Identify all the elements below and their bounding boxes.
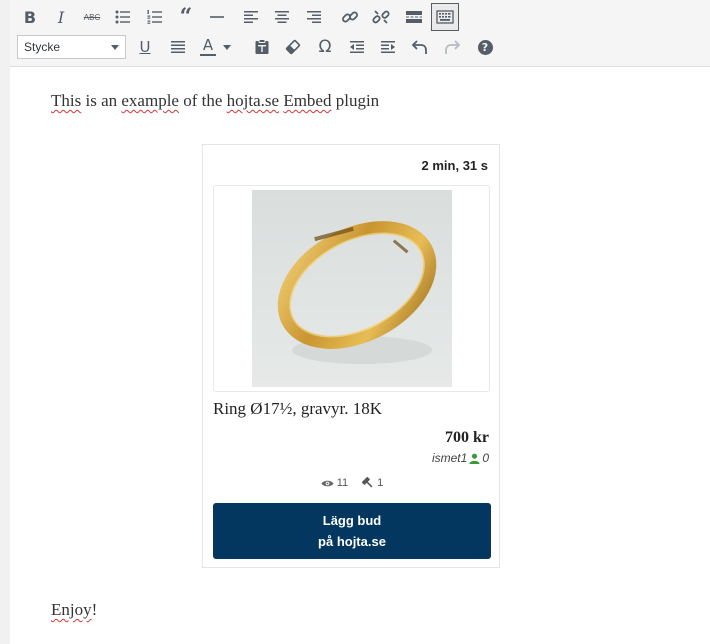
align-right-icon (307, 11, 321, 23)
ring-image (252, 190, 452, 387)
intro-word: is an (85, 91, 118, 110)
numbered-list-icon (147, 10, 162, 24)
redo-button[interactable] (438, 33, 466, 61)
justify-icon (171, 41, 185, 53)
eye-icon (321, 480, 334, 486)
align-right-button[interactable] (300, 3, 328, 31)
strikethrough-button[interactable]: ABC (78, 3, 106, 31)
horizontal-line-icon (210, 16, 224, 18)
strikethrough-icon: ABC (83, 12, 101, 22)
bids-stat: 1 (362, 477, 383, 489)
help-button[interactable]: ? (471, 33, 499, 61)
time-left: 2 min, 31 s (421, 158, 488, 173)
outro-mark: ! (91, 600, 98, 619)
editor-toolbar: B I ABC “ Stycke U A Ω ? (10, 0, 710, 67)
insert-link-button[interactable] (336, 3, 364, 31)
text-color-swatch (200, 54, 216, 56)
bold-icon: B (23, 7, 37, 27)
outdent-icon (350, 41, 364, 53)
bold-button[interactable]: B (16, 3, 44, 31)
hojta-embed-card: 2 min, 31 s Ring Ø17½, gravyr. 18K 700 k… (202, 144, 500, 568)
format-select-value: Stycke (24, 40, 61, 54)
redo-icon (445, 40, 461, 54)
text-color-button[interactable]: A (196, 33, 220, 61)
unlink-icon (372, 10, 390, 24)
read-more-icon (406, 11, 422, 23)
help-icon: ? (477, 39, 493, 55)
special-character-button[interactable]: Ω (311, 33, 339, 61)
seller-info: ismet1 0 (432, 451, 489, 465)
item-price: 700 kr (445, 429, 489, 446)
remove-link-button[interactable] (367, 3, 395, 31)
keyboard-icon (436, 10, 454, 24)
outro-paragraph: Enjoy! (51, 600, 97, 620)
align-center-icon (275, 11, 289, 23)
align-left-button[interactable] (237, 3, 265, 31)
outro-word: Enjoy (51, 600, 92, 619)
italic-button[interactable]: I (47, 3, 75, 31)
chevron-down-icon (111, 45, 119, 50)
user-icon (469, 453, 480, 464)
text-color-dropdown[interactable] (220, 33, 234, 61)
intro-word: This (51, 91, 82, 110)
underline-button[interactable]: U (131, 33, 159, 61)
intro-word: Embed (283, 91, 332, 110)
indent-button[interactable] (374, 33, 402, 61)
omega-icon: Ω (318, 37, 332, 57)
bid-button-line2: på hojta.se (318, 534, 386, 549)
editor-content[interactable]: This is an example of the hojta.se Embed… (10, 67, 710, 644)
blockquote-button[interactable]: “ (172, 3, 200, 31)
toolbar-toggle-button[interactable] (431, 3, 459, 31)
horizontal-line-button[interactable] (203, 3, 231, 31)
chevron-down-icon (223, 44, 231, 50)
undo-button[interactable] (406, 33, 434, 61)
undo-icon (411, 40, 427, 54)
justify-button[interactable] (164, 33, 192, 61)
underline-icon: U (139, 38, 151, 56)
outdent-button[interactable] (343, 33, 371, 61)
item-image (252, 190, 452, 387)
blockquote-icon: “ (179, 4, 193, 30)
intro-word: hojta.se (226, 91, 280, 110)
intro-paragraph: This is an example of the hojta.se Embed… (51, 91, 379, 111)
format-select[interactable]: Stycke (17, 35, 126, 59)
seller-name[interactable]: ismet1 (432, 451, 467, 465)
clear-formatting-button[interactable] (279, 33, 307, 61)
item-title[interactable]: Ring Ø17½, gravyr. 18K (213, 399, 382, 419)
paste-as-text-button[interactable] (248, 33, 276, 61)
left-gutter (0, 0, 10, 644)
bulleted-list-button[interactable] (109, 3, 137, 31)
italic-icon: I (57, 7, 65, 27)
link-icon (342, 11, 358, 23)
intro-word: plugin (335, 91, 380, 110)
intro-word: example (121, 91, 179, 110)
intro-word: of the (183, 91, 223, 110)
numbered-list-button[interactable] (141, 3, 169, 31)
bulleted-list-icon (115, 10, 130, 24)
bids-count: 1 (377, 477, 384, 489)
text-color-icon: A (202, 36, 214, 54)
item-image-frame[interactable] (213, 185, 490, 392)
gavel-icon (362, 477, 373, 488)
indent-icon (381, 41, 395, 53)
item-stats: 11 1 (203, 477, 501, 489)
align-center-button[interactable] (268, 3, 296, 31)
eraser-icon (285, 39, 301, 55)
views-stat: 11 (321, 477, 348, 489)
seller-rating: 0 (482, 451, 489, 465)
align-left-icon (244, 11, 258, 23)
toolbar-row-2: Stycke U A Ω ? (10, 32, 710, 62)
read-more-button[interactable] (400, 3, 428, 31)
place-bid-button[interactable]: Lägg bud på hojta.se (213, 503, 491, 559)
clipboard-icon (255, 39, 269, 54)
toolbar-row-1: B I ABC “ (10, 2, 710, 32)
bid-button-line1: Lägg bud (322, 513, 382, 528)
views-count: 11 (336, 477, 349, 489)
